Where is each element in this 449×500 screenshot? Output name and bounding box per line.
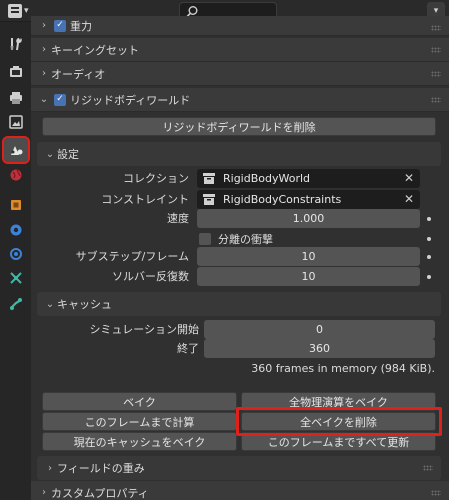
- tab-output[interactable]: [4, 86, 28, 110]
- panel-audio-label: オーディオ: [51, 67, 106, 81]
- constraints-label: コンストレイント: [101, 193, 189, 206]
- tab-modifiers[interactable]: [4, 218, 28, 242]
- wrench-blue-icon: [10, 224, 22, 236]
- split-impulse-label: 分離の衝撃: [218, 232, 273, 246]
- drag-grip-icon[interactable]: [431, 47, 441, 53]
- keyframe-dot-icon[interactable]: [427, 255, 431, 259]
- subpanel-field-weights-label: フィールドの重み: [57, 462, 145, 475]
- gravity-checkbox[interactable]: ✓: [54, 19, 66, 32]
- panel-rigid-body-world-label: リジッドボディワールド: [70, 93, 191, 107]
- chevron-right-icon: ›: [48, 462, 52, 474]
- keyframe-dot-icon[interactable]: [427, 217, 431, 221]
- printer-icon: [10, 92, 22, 104]
- panel-keying-sets-label: キーイングセット: [51, 43, 139, 57]
- panel-audio[interactable]: › オーディオ: [31, 62, 449, 86]
- chevron-down-icon: ⌄: [39, 94, 49, 105]
- split-impulse-toggle[interactable]: 分離の衝撃: [199, 229, 273, 248]
- chevron-right-icon: ›: [42, 44, 46, 55]
- collection-icon: [203, 194, 215, 205]
- collection-value: RigidBodyWorld: [223, 172, 311, 185]
- panel-gravity-label: 重力: [70, 19, 92, 33]
- memory-info-text: 360 frames in memory (984 KiB).: [251, 362, 435, 375]
- remove-rigid-body-world-button[interactable]: リジッドボディワールドを削除: [42, 117, 436, 136]
- tab-view-layer[interactable]: [4, 110, 28, 134]
- tab-constraints[interactable]: [4, 292, 28, 316]
- rigid-body-world-checkbox[interactable]: ✓: [54, 93, 66, 106]
- solver-iterations-field[interactable]: 10: [197, 267, 420, 286]
- current-cache-to-bake-button[interactable]: 現在のキャッシュをベイク: [42, 432, 237, 451]
- speed-label: 速度: [167, 212, 189, 225]
- wrench-screwdriver-icon: [10, 38, 22, 50]
- object-cube-icon: [11, 200, 21, 210]
- collection-label: コレクション: [123, 172, 189, 185]
- tab-tool[interactable]: [4, 32, 28, 56]
- chevron-down-icon: ⌄: [45, 148, 55, 160]
- panel-gravity[interactable]: › ✓ 重力: [31, 16, 449, 36]
- chevron-down-icon: ▾: [24, 6, 29, 16]
- properties-main: › ✓ 重力 › キーイングセット › オーディオ ⌄ ✓ リジッドボディワール…: [31, 16, 449, 500]
- drag-grip-icon[interactable]: [431, 71, 441, 77]
- end-field[interactable]: 360: [204, 339, 435, 358]
- bake-all-physics-button[interactable]: 全物理演算をベイク: [241, 392, 436, 411]
- split-impulse-checkbox[interactable]: [199, 232, 211, 245]
- chevron-down-icon: ⌄: [45, 298, 55, 310]
- chevron-right-icon: ›: [42, 20, 46, 31]
- constraints-icon: [10, 298, 22, 310]
- substeps-field[interactable]: 10: [197, 247, 420, 266]
- panel-custom-properties[interactable]: › カスタムプロパティ: [31, 481, 449, 500]
- subpanel-settings-label: 設定: [57, 148, 79, 161]
- simulation-start-field[interactable]: 0: [204, 320, 435, 339]
- tab-scene[interactable]: [2, 136, 30, 164]
- particles-icon: [10, 248, 22, 260]
- collection-icon: [203, 173, 215, 184]
- properties-editor-icon: [8, 4, 22, 18]
- drag-grip-icon[interactable]: [431, 25, 441, 31]
- drag-grip-icon[interactable]: [431, 490, 441, 496]
- calculate-to-frame-button[interactable]: このフレームまで計算: [42, 412, 237, 431]
- keyframe-dot-icon[interactable]: [427, 275, 431, 279]
- tab-physics[interactable]: [4, 266, 28, 290]
- clear-collection-icon[interactable]: ✕: [404, 171, 414, 185]
- panel-custom-properties-label: カスタムプロパティ: [51, 486, 149, 500]
- tab-world[interactable]: [4, 163, 28, 187]
- constraints-value: RigidBodyConstraints: [223, 193, 342, 206]
- chevron-right-icon: ›: [42, 487, 46, 498]
- solver-iterations-label: ソルバー反復数: [112, 270, 189, 283]
- subpanel-cache[interactable]: ⌄ キャッシュ: [37, 292, 441, 316]
- world-globe-icon: [10, 169, 22, 181]
- constraints-field[interactable]: RigidBodyConstraints ✕: [197, 190, 420, 209]
- substeps-label: サブステップ/フレーム: [75, 250, 189, 263]
- keyframe-dot-icon[interactable]: [427, 237, 431, 241]
- drag-grip-icon[interactable]: [431, 97, 441, 103]
- subpanel-cache-label: キャッシュ: [57, 298, 112, 311]
- drag-grip-icon[interactable]: [423, 465, 433, 471]
- tab-particles[interactable]: [4, 242, 28, 266]
- panel-keying-sets[interactable]: › キーイングセット: [31, 38, 449, 62]
- chevron-down-icon: ▾: [433, 6, 439, 16]
- editor-type-selector[interactable]: ▾: [4, 2, 34, 20]
- property-tabs: [0, 22, 31, 500]
- speed-field[interactable]: 1.000: [197, 209, 420, 228]
- delete-all-bakes-button[interactable]: 全ベイクを削除: [241, 412, 436, 431]
- panel-rigid-body-world[interactable]: ⌄ ✓ リジッドボディワールド: [31, 88, 449, 112]
- end-label: 終了: [177, 342, 199, 355]
- subpanel-settings[interactable]: ⌄ 設定: [37, 142, 441, 166]
- scene-icon: [11, 146, 23, 155]
- camera-back-icon: [10, 66, 22, 77]
- chevron-right-icon: ›: [42, 68, 46, 79]
- clear-constraints-icon[interactable]: ✕: [404, 192, 414, 206]
- tab-object[interactable]: [4, 193, 28, 217]
- collection-field[interactable]: RigidBodyWorld ✕: [197, 169, 420, 188]
- subpanel-field-weights[interactable]: › フィールドの重み: [37, 456, 441, 480]
- physics-icon: [10, 272, 22, 284]
- tab-render[interactable]: [4, 60, 28, 84]
- update-all-to-frame-button[interactable]: このフレームまですべて更新: [241, 432, 436, 451]
- image-icon: [9, 115, 23, 129]
- bake-button[interactable]: ベイク: [42, 392, 237, 411]
- simulation-start-label: シミュレーション開始: [89, 323, 199, 336]
